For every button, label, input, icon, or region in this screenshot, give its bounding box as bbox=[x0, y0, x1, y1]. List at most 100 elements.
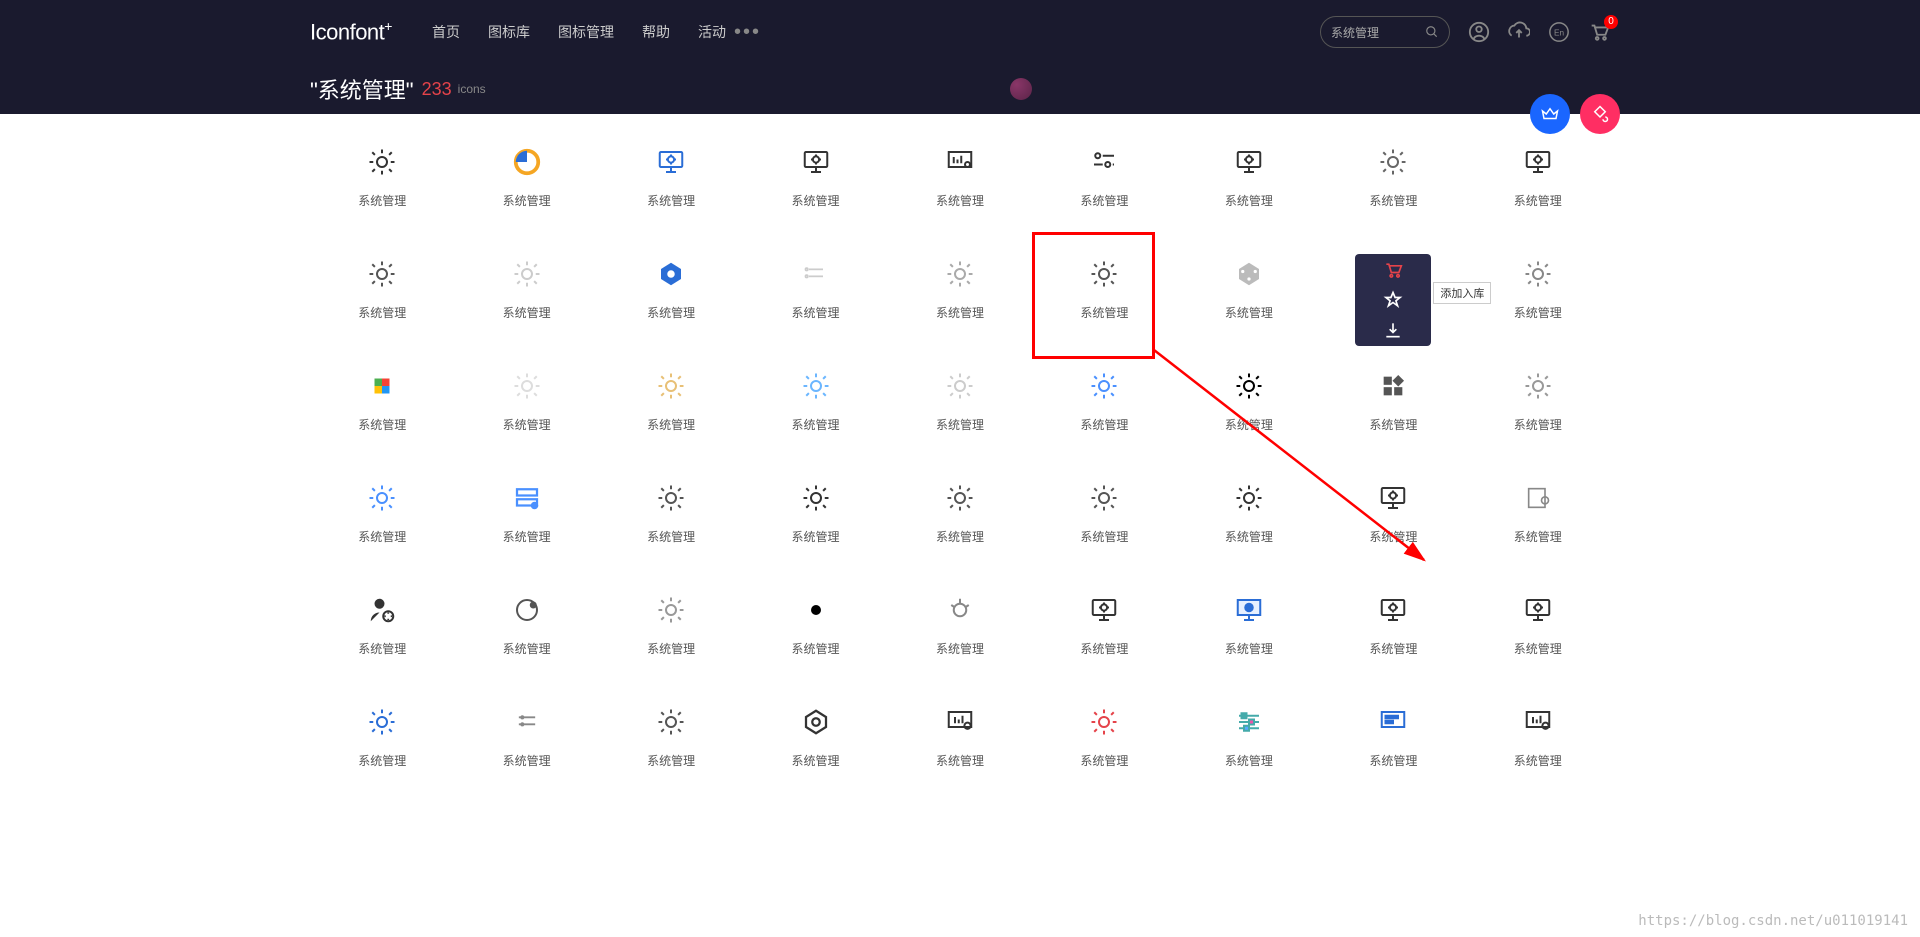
nav-item-1[interactable]: 图标库 bbox=[488, 22, 530, 42]
icon-item[interactable]: 系统管理 bbox=[1177, 368, 1321, 450]
icon-graphic bbox=[798, 144, 834, 180]
icon-item[interactable]: 系统管理 bbox=[888, 368, 1032, 450]
user-icon[interactable] bbox=[1468, 21, 1490, 43]
logo-plus: + bbox=[384, 18, 392, 34]
icon-item[interactable]: 系统管理 bbox=[1466, 704, 1610, 786]
icon-label: 系统管理 bbox=[1225, 528, 1273, 545]
search-input[interactable]: 系统管理 bbox=[1320, 16, 1450, 48]
icon-graphic bbox=[364, 480, 400, 516]
download-icon[interactable] bbox=[1383, 320, 1403, 340]
icon-item[interactable]: 系统管理 bbox=[888, 592, 1032, 674]
icon-item[interactable]: 系统管理 bbox=[310, 704, 454, 786]
nav-item-3[interactable]: 帮助 bbox=[642, 22, 670, 42]
icon-label: 系统管理 bbox=[936, 752, 984, 769]
icon-item[interactable]: 4 24" fill="#ffd580" stroke="#f5a623" st… bbox=[743, 592, 887, 674]
icon-item[interactable]: 系统管理 bbox=[1032, 368, 1176, 450]
icon-item[interactable]: 系统管理 bbox=[1321, 144, 1465, 226]
icon-item[interactable]: 系统管理 bbox=[599, 144, 743, 226]
icon-item[interactable]: 添加入库 bbox=[1321, 256, 1465, 338]
icon-graphic bbox=[1375, 480, 1411, 516]
icon-item[interactable]: 系统管理 bbox=[1032, 592, 1176, 674]
icon-label: 系统管理 bbox=[1514, 304, 1562, 321]
icon-item[interactable]: 系统管理 bbox=[1321, 480, 1465, 562]
icon-label: 系统管理 bbox=[503, 528, 551, 545]
icon-item[interactable]: 系统管理 bbox=[1466, 368, 1610, 450]
icon-label: 系统管理 bbox=[792, 416, 840, 433]
hover-tooltip: 添加入库 bbox=[1433, 282, 1491, 304]
crown-filter-button[interactable] bbox=[1530, 94, 1570, 134]
icon-item[interactable]: 系统管理 bbox=[1321, 704, 1465, 786]
icon-label: 系统管理 bbox=[936, 528, 984, 545]
nav-item-2[interactable]: 图标管理 bbox=[558, 22, 614, 42]
icon-graphic bbox=[1520, 704, 1556, 740]
more-menu-icon[interactable]: ••• bbox=[734, 21, 761, 44]
icon-graphic bbox=[1231, 704, 1267, 740]
cart-icon[interactable]: 0 bbox=[1588, 21, 1610, 43]
icon-item[interactable]: 系统管理 bbox=[888, 144, 1032, 226]
icon-item[interactable]: 系统管理 bbox=[1032, 480, 1176, 562]
add-to-cart-icon[interactable] bbox=[1383, 260, 1403, 280]
icon-item[interactable]: 系统管理 bbox=[310, 480, 454, 562]
icon-item[interactable]: 系统管理 bbox=[888, 704, 1032, 786]
icon-graphic bbox=[653, 368, 689, 404]
icon-item[interactable]: 系统管理 bbox=[1177, 144, 1321, 226]
icon-item[interactable]: 系统管理 bbox=[1321, 368, 1465, 450]
icon-item[interactable]: 系统管理 bbox=[599, 592, 743, 674]
icon-graphic bbox=[364, 144, 400, 180]
icon-graphic bbox=[798, 480, 834, 516]
svg-text:En: En bbox=[1554, 29, 1565, 38]
language-icon[interactable]: En bbox=[1548, 21, 1570, 43]
icon-graphic bbox=[653, 704, 689, 740]
icon-item[interactable]: 系统管理 bbox=[599, 480, 743, 562]
icon-label: 系统管理 bbox=[503, 640, 551, 657]
icon-graphic bbox=[653, 592, 689, 628]
nav-item-0[interactable]: 首页 bbox=[432, 22, 460, 42]
upload-icon[interactable] bbox=[1508, 21, 1530, 43]
icon-item[interactable]: 系统管理 bbox=[454, 256, 598, 338]
icon-item[interactable]: 系统管理 bbox=[1177, 704, 1321, 786]
icon-item[interactable]: 系统管理 bbox=[1177, 592, 1321, 674]
icon-item[interactable]: 系统管理 bbox=[454, 480, 598, 562]
icon-label: 系统管理 bbox=[1369, 416, 1417, 433]
icon-item[interactable]: 系统管理 bbox=[1032, 256, 1176, 338]
icon-graphic bbox=[364, 592, 400, 628]
color-filter-button[interactable] bbox=[1580, 94, 1620, 134]
icon-item[interactable]: 系统管理 bbox=[743, 144, 887, 226]
icon-item[interactable]: 系统管理 bbox=[743, 704, 887, 786]
logo-text: Iconfont bbox=[310, 20, 384, 45]
icon-label: 系统管理 bbox=[1080, 304, 1128, 321]
icon-item[interactable]: 系统管理 bbox=[310, 368, 454, 450]
icon-item[interactable]: 系统管理 bbox=[599, 368, 743, 450]
icon-item[interactable]: 系统管理 bbox=[454, 704, 598, 786]
icon-item[interactable]: 系统管理 bbox=[454, 592, 598, 674]
nav-item-4[interactable]: 活动 bbox=[698, 22, 726, 42]
icon-label: 系统管理 bbox=[647, 528, 695, 545]
icon-graphic bbox=[1520, 144, 1556, 180]
icon-item[interactable]: 系统管理 bbox=[310, 592, 454, 674]
icon-item[interactable]: 系统管理 bbox=[599, 256, 743, 338]
icon-graphic bbox=[1520, 592, 1556, 628]
icon-label: 系统管理 bbox=[792, 640, 840, 657]
icon-item[interactable]: 系统管理 bbox=[310, 144, 454, 226]
icon-item[interactable]: 系统管理 bbox=[743, 368, 887, 450]
icon-item[interactable]: 系统管理 bbox=[888, 480, 1032, 562]
icon-item[interactable]: 系统管理 bbox=[454, 368, 598, 450]
icon-graphic bbox=[942, 144, 978, 180]
icon-item[interactable]: 系统管理 bbox=[1032, 704, 1176, 786]
site-logo[interactable]: Iconfont+ bbox=[310, 18, 392, 45]
icon-item[interactable]: 系统管理 bbox=[1177, 480, 1321, 562]
icon-item[interactable]: 系统管理 bbox=[1466, 144, 1610, 226]
icon-item[interactable]: 系统管理 bbox=[743, 480, 887, 562]
icon-item[interactable]: 系统管理 bbox=[888, 256, 1032, 338]
icon-item[interactable]: 系统管理 bbox=[1177, 256, 1321, 338]
icon-item[interactable]: 系统管理 bbox=[1321, 592, 1465, 674]
icon-item[interactable]: 系统管理 bbox=[1466, 480, 1610, 562]
icon-item[interactable]: 系统管理 bbox=[1466, 592, 1610, 674]
icon-item[interactable]: 系统管理 bbox=[310, 256, 454, 338]
icon-label: 系统管理 bbox=[647, 192, 695, 209]
icon-item[interactable]: 系统管理 bbox=[1032, 144, 1176, 226]
icon-item[interactable]: 系统管理 bbox=[743, 256, 887, 338]
icon-item[interactable]: 系统管理 bbox=[599, 704, 743, 786]
icon-item[interactable]: 系统管理 bbox=[454, 144, 598, 226]
favorite-icon[interactable] bbox=[1383, 290, 1403, 310]
